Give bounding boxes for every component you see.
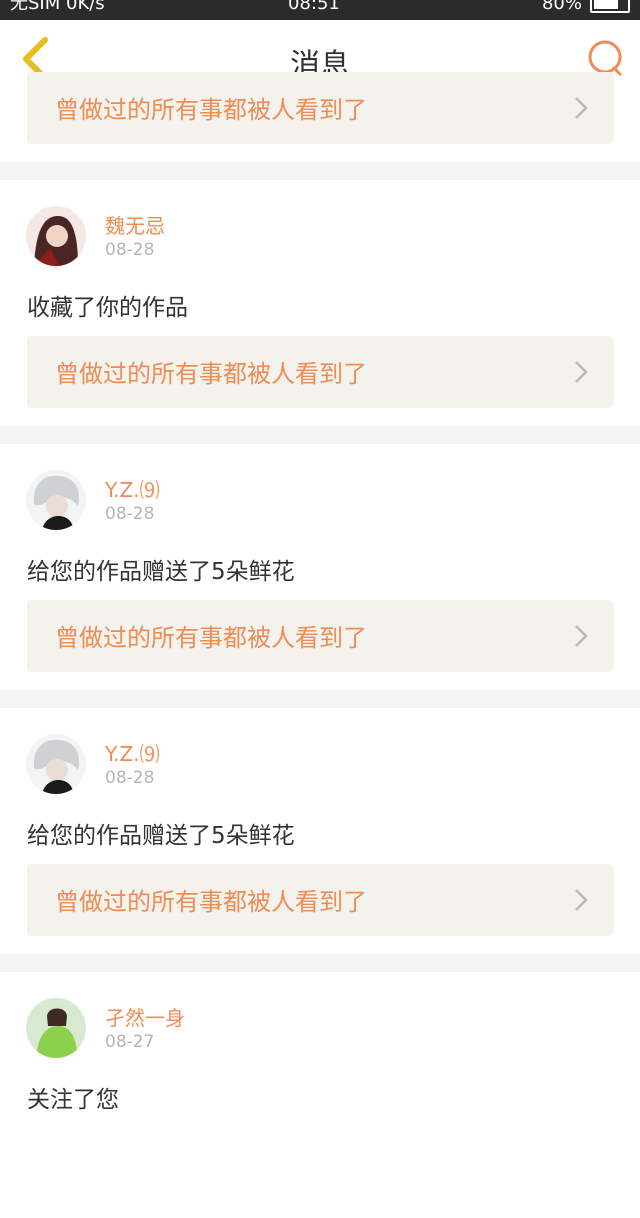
avatar[interactable] <box>26 998 86 1058</box>
username[interactable]: 魏无忌 <box>105 210 165 239</box>
message-text: 关注了您 <box>27 1087 119 1113</box>
message-card: 魏无忌 08-28 收藏了你的作品 曾做过的所有事都被人看到了 <box>0 180 640 426</box>
battery-text: 80% <box>541 0 582 14</box>
work-title: 曾做过的所有事都被人看到了 <box>55 624 367 652</box>
message-text: 收藏了你的作品 <box>27 295 188 321</box>
username[interactable]: Y.Z.⑼ <box>105 474 160 503</box>
work-link[interactable]: 曾做过的所有事都被人看到了 <box>27 600 614 672</box>
chevron-right-icon <box>575 97 588 119</box>
work-title: 曾做过的所有事都被人看到了 <box>55 888 367 916</box>
message-text: 给您的作品赠送了5朵鲜花 <box>27 823 295 849</box>
work-link[interactable]: 曾做过的所有事都被人看到了 <box>27 336 614 408</box>
username[interactable]: 孑然一身 <box>105 1002 185 1031</box>
work-link[interactable]: 曾做过的所有事都被人看到了 <box>27 72 614 144</box>
chevron-right-icon <box>575 889 588 911</box>
avatar[interactable] <box>26 734 86 794</box>
chevron-right-icon <box>575 361 588 383</box>
work-title: 曾做过的所有事都被人看到了 <box>55 360 367 388</box>
carrier-text: 无SIM 0K/s <box>10 0 105 14</box>
message-card: Y.Z.⑼ 08-28 给您的作品赠送了5朵鲜花 曾做过的所有事都被人看到了 <box>0 708 640 954</box>
avatar[interactable] <box>26 470 86 530</box>
message-card: 曾做过的所有事都被人看到了 <box>0 72 640 162</box>
message-list: 曾做过的所有事都被人看到了 魏无忌 08-28 收藏了你的作品 曾做过的所有事都… <box>0 72 640 1218</box>
username[interactable]: Y.Z.⑼ <box>105 738 160 767</box>
message-card: 孑然一身 08-27 关注了您 <box>0 972 640 1218</box>
avatar[interactable] <box>26 206 86 266</box>
battery-icon <box>590 0 630 13</box>
status-right: 80% <box>542 0 630 14</box>
clock: 08:51 <box>288 0 340 14</box>
message-text: 给您的作品赠送了5朵鲜花 <box>27 559 295 585</box>
chevron-right-icon <box>575 625 588 647</box>
work-title: 曾做过的所有事都被人看到了 <box>55 96 367 124</box>
timestamp: 08-28 <box>105 768 155 788</box>
message-card: Y.Z.⑼ 08-28 给您的作品赠送了5朵鲜花 曾做过的所有事都被人看到了 <box>0 444 640 690</box>
timestamp: 08-28 <box>105 504 155 524</box>
timestamp: 08-28 <box>105 240 155 260</box>
status-bar: 无SIM 0K/s 08:51 80% <box>0 0 640 20</box>
work-link[interactable]: 曾做过的所有事都被人看到了 <box>27 864 614 936</box>
timestamp: 08-27 <box>105 1032 155 1052</box>
